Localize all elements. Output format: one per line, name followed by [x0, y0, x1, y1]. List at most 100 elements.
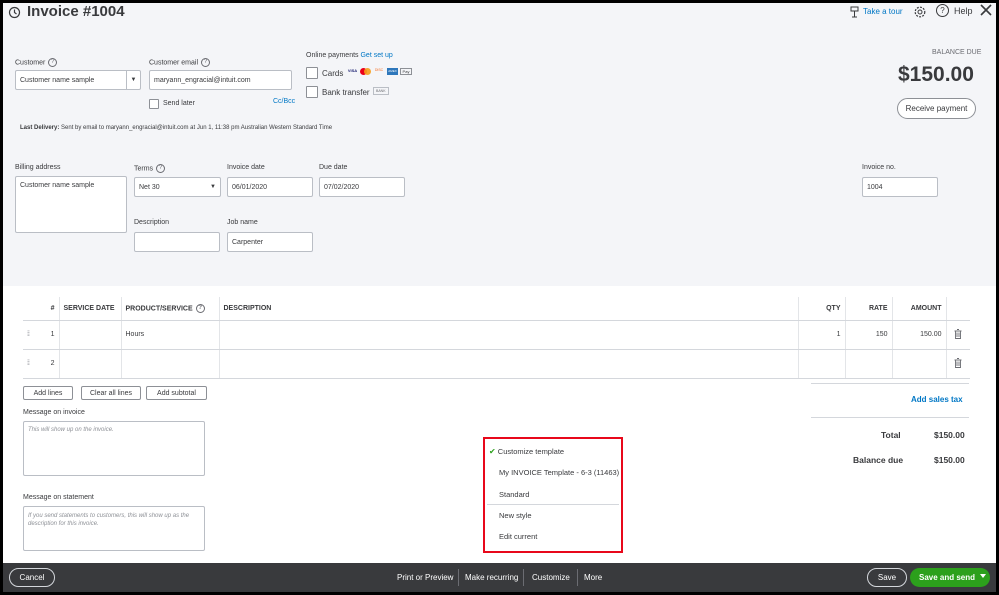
message-on-statement-input[interactable]: If you send statements to customers, thi…: [23, 506, 205, 551]
more-button[interactable]: More: [584, 563, 602, 592]
customize-menu: ✔ Customize template My INVOICE Template…: [483, 437, 623, 553]
help-icon[interactable]: ?: [156, 164, 166, 173]
billing-address-input[interactable]: Customer name sample: [15, 176, 127, 233]
mastercard-icon: [360, 68, 371, 75]
balance-due-total-label: Balance due: [853, 455, 904, 465]
col-header-product-service: PRODUCT/SERVICE?: [121, 297, 220, 321]
trash-icon[interactable]: [946, 349, 970, 379]
row-qty[interactable]: 1: [798, 320, 846, 350]
visa-icon: VISA: [347, 68, 358, 73]
row-qty[interactable]: [798, 349, 846, 379]
last-delivery-label: Last Delivery:: [20, 125, 60, 131]
trash-icon[interactable]: [946, 320, 970, 350]
table-row[interactable]: ⁞⁞ 2: [23, 349, 970, 379]
menu-item-standard[interactable]: Standard: [499, 490, 529, 499]
invoice-date-input[interactable]: 06/01/2020: [227, 177, 313, 197]
col-header-description: DESCRIPTION: [219, 297, 799, 321]
drag-col-header: [23, 297, 41, 321]
add-sales-tax-link[interactable]: Add sales tax: [911, 395, 963, 404]
footer-divider: [458, 569, 459, 586]
row-service-date[interactable]: [59, 349, 122, 379]
discover-icon: DISC: [374, 68, 384, 72]
save-and-send-button[interactable]: Save and send: [910, 568, 990, 587]
make-recurring-button[interactable]: Make recurring: [465, 563, 518, 592]
print-preview-button[interactable]: Print or Preview: [397, 563, 453, 592]
col-header-qty: QTY: [798, 297, 846, 321]
customer-email-label: Customer email?: [149, 58, 211, 67]
menu-item-new-style[interactable]: New style: [499, 511, 532, 520]
job-name-input[interactable]: Carpenter: [227, 232, 313, 252]
cards-checkbox[interactable]: [306, 67, 318, 79]
chevron-down-icon[interactable]: ▼: [126, 71, 140, 89]
row-num: 2: [41, 349, 60, 379]
cc-bcc-link[interactable]: Cc/Bcc: [273, 98, 295, 105]
description-input[interactable]: [134, 232, 220, 252]
footer-divider: [577, 569, 578, 586]
row-amount[interactable]: [892, 349, 947, 379]
line-items-table: # SERVICE DATE PRODUCT/SERVICE? DESCRIPT…: [23, 297, 970, 379]
menu-divider: [487, 504, 619, 505]
invoice-no-label: Invoice no.: [862, 164, 896, 171]
table-row[interactable]: ⁞⁞ 1 Hours 1 150 150.00: [23, 320, 970, 350]
chevron-down-icon[interactable]: ▼: [206, 178, 220, 196]
help-icon[interactable]: ?: [48, 58, 58, 67]
menu-item-my-invoice-template[interactable]: My INVOICE Template - 6-3 (11463): [499, 468, 619, 477]
help-icon[interactable]: ?: [936, 4, 949, 17]
balance-due-amount: $150.00: [898, 63, 974, 86]
gear-icon[interactable]: [914, 5, 926, 23]
add-lines-button[interactable]: Add lines: [23, 386, 73, 400]
row-product[interactable]: [121, 349, 220, 379]
save-button[interactable]: Save: [867, 568, 907, 587]
footer-bar: Cancel Print or Preview Make recurring C…: [3, 557, 996, 592]
help-link[interactable]: Help: [954, 6, 973, 16]
row-description[interactable]: [219, 349, 799, 379]
row-rate[interactable]: [845, 349, 893, 379]
col-header-service-date: SERVICE DATE: [59, 297, 122, 321]
menu-item-customize-template[interactable]: ✔ Customize template: [489, 447, 564, 456]
close-icon[interactable]: [980, 3, 992, 21]
row-rate[interactable]: 150: [845, 320, 893, 350]
message-on-invoice-input[interactable]: This will show up on the invoice.: [23, 421, 205, 476]
invoice-no-input[interactable]: 1004: [862, 177, 938, 197]
total-label: Total: [881, 430, 901, 440]
row-description[interactable]: [219, 320, 799, 350]
tour-icon[interactable]: [849, 5, 861, 23]
row-product[interactable]: Hours: [121, 320, 220, 350]
menu-item-edit-current[interactable]: Edit current: [499, 532, 537, 541]
online-payments-label: Online payments Get set up: [306, 52, 393, 59]
drag-handle-icon[interactable]: ⁞⁞: [23, 349, 41, 379]
customize-button[interactable]: Customize: [532, 563, 570, 592]
delete-col-header: [946, 297, 970, 321]
last-delivery: Last Delivery: Sent by email to maryann_…: [20, 125, 332, 131]
help-icon[interactable]: ?: [201, 58, 211, 67]
row-num: 1: [41, 320, 60, 350]
cancel-button[interactable]: Cancel: [9, 568, 55, 587]
cards-label: Cards: [322, 69, 344, 78]
drag-handle-icon[interactable]: ⁞⁞: [23, 320, 41, 350]
customer-email-input[interactable]: maryann_engracial@intuit.com: [149, 70, 292, 90]
due-date-label: Due date: [319, 164, 348, 171]
menu-caret-icon: [547, 557, 557, 563]
history-icon[interactable]: [8, 6, 21, 24]
get-set-up-link[interactable]: Get set up: [360, 52, 392, 59]
row-service-date[interactable]: [59, 320, 122, 350]
add-subtotal-button[interactable]: Add subtotal: [146, 386, 207, 400]
terms-select[interactable]: Net 30 ▼: [134, 177, 221, 197]
balance-due-total-value: $150.00: [934, 455, 965, 465]
table-header-row: # SERVICE DATE PRODUCT/SERVICE? DESCRIPT…: [23, 297, 970, 321]
totals-divider: [811, 417, 969, 418]
col-header-amount: AMOUNT: [892, 297, 947, 321]
receive-payment-button[interactable]: Receive payment: [897, 98, 976, 119]
take-tour-link[interactable]: Take a tour: [863, 7, 903, 16]
chevron-down-icon[interactable]: [980, 574, 986, 578]
customer-select[interactable]: Customer name sample ▼: [15, 70, 141, 90]
send-later-checkbox[interactable]: [149, 99, 159, 109]
billing-address-label: Billing address: [15, 164, 61, 171]
balance-due-label: BALANCE DUE: [932, 49, 982, 56]
clear-all-lines-button[interactable]: Clear all lines: [81, 386, 141, 400]
amex-icon: AMEX: [387, 68, 398, 75]
due-date-input[interactable]: 07/02/2020: [319, 177, 405, 197]
help-icon[interactable]: ?: [195, 303, 205, 313]
row-amount[interactable]: 150.00: [892, 320, 947, 350]
bank-transfer-checkbox[interactable]: [306, 86, 318, 98]
